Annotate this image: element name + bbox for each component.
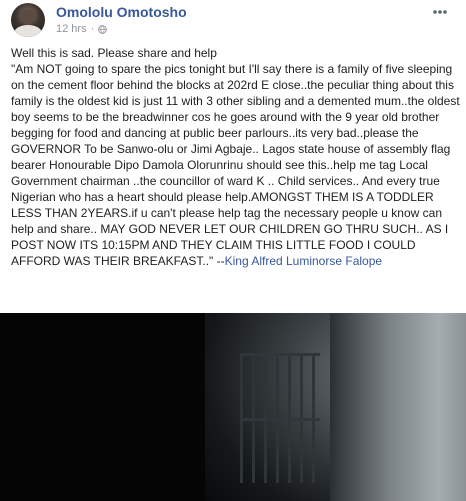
more-options-icon[interactable] [432, 9, 448, 15]
post-meta: 12 hrs · [56, 23, 108, 35]
meta-separator: · [90, 23, 95, 35]
post-intro-text: Well this is sad. Please share and help [11, 46, 217, 60]
photo-wall [330, 313, 466, 501]
quote-credit-link[interactable]: King Alfred Luminorse Falope [225, 254, 382, 268]
avatar-shoulders [14, 25, 42, 37]
photo-grille-rail [240, 418, 320, 421]
post-header: Omololu Omotosho 12 hrs · [0, 0, 466, 44]
post-timestamp[interactable]: 12 hrs [56, 23, 87, 35]
post-photo[interactable] [0, 313, 466, 501]
post-quote-paragraph: "Am NOT going to spare the pics tonight … [11, 61, 461, 269]
globe-icon[interactable] [98, 24, 108, 34]
avatar-face [21, 9, 35, 25]
author-name-link[interactable]: Omololu Omotosho [56, 4, 187, 20]
post-quote-text: "Am NOT going to spare the pics tonight … [11, 62, 460, 268]
post-body: Well this is sad. Please share and help … [11, 45, 461, 269]
facebook-post: Omololu Omotosho 12 hrs · Well this is s… [0, 0, 466, 501]
photo-grille-rail [240, 353, 320, 356]
author-avatar[interactable] [11, 3, 45, 37]
